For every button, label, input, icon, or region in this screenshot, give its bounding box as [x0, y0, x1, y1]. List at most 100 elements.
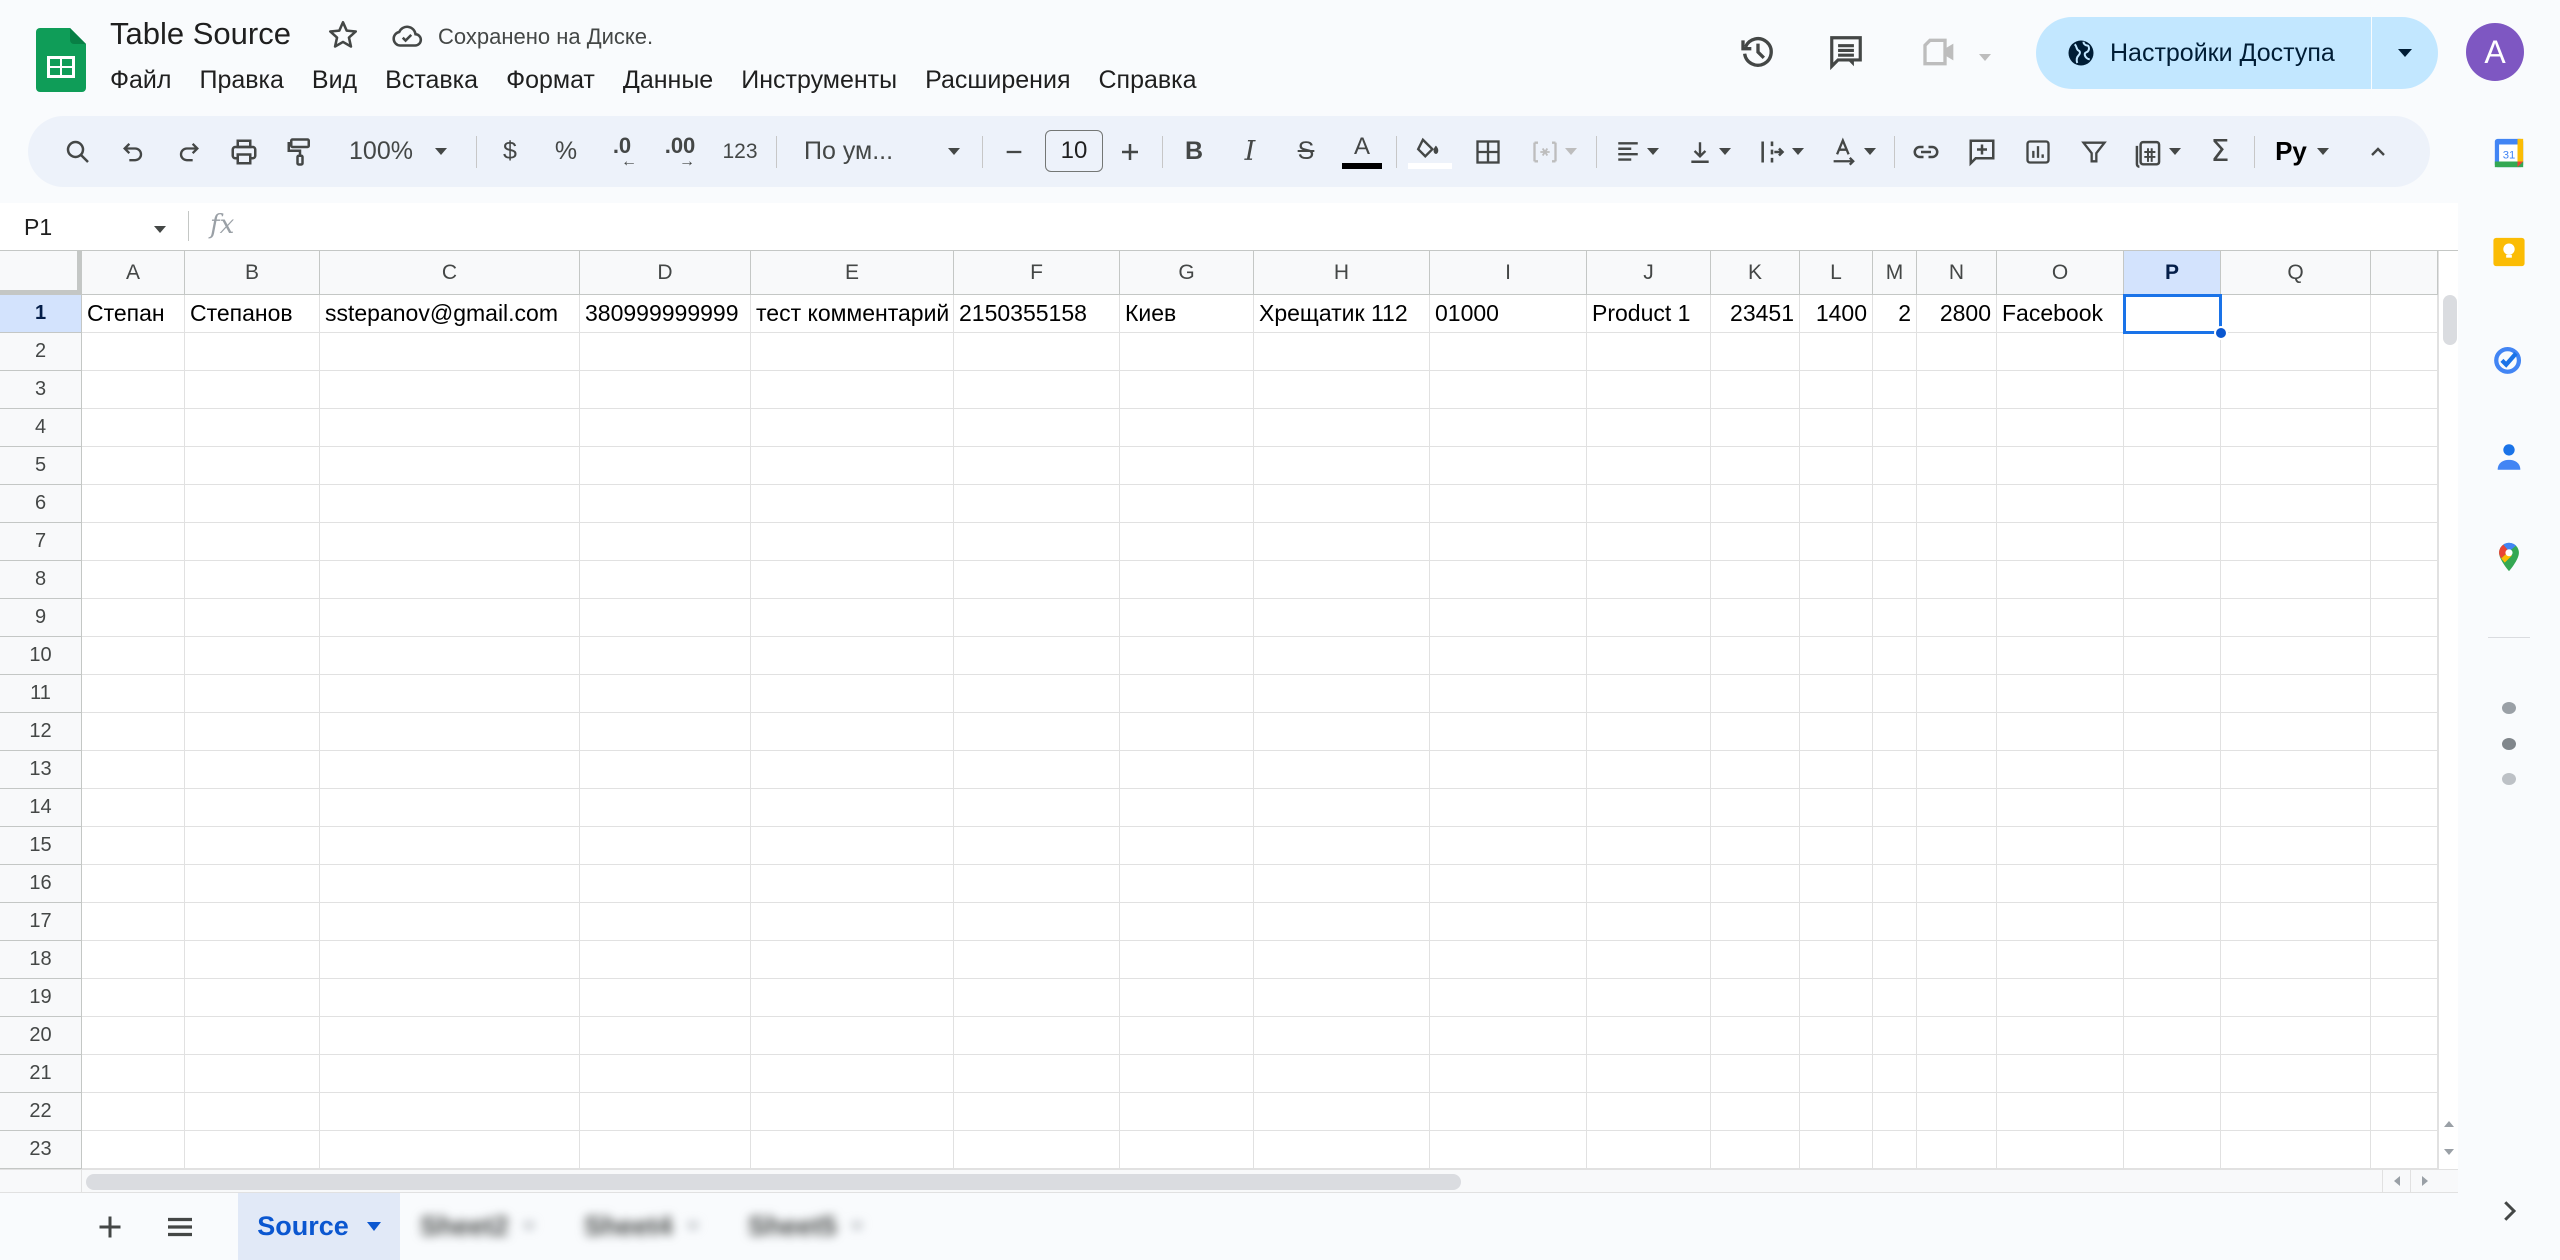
cell[interactable] — [185, 751, 320, 789]
cell[interactable] — [320, 903, 580, 941]
cell[interactable] — [185, 903, 320, 941]
vertical-scroll-thumb[interactable] — [2443, 295, 2457, 345]
cell[interactable] — [580, 827, 751, 865]
cell[interactable] — [580, 675, 751, 713]
cell[interactable] — [2221, 409, 2371, 447]
cell[interactable] — [1917, 1093, 1997, 1131]
cell[interactable] — [185, 941, 320, 979]
cell[interactable] — [580, 485, 751, 523]
cell[interactable] — [1587, 713, 1711, 751]
cell[interactable] — [1120, 827, 1254, 865]
cell[interactable] — [1711, 1017, 1800, 1055]
cell[interactable] — [1711, 903, 1800, 941]
cell[interactable] — [1800, 485, 1873, 523]
cell[interactable] — [1917, 447, 1997, 485]
cell[interactable] — [1254, 1055, 1430, 1093]
cell[interactable] — [1430, 333, 1587, 371]
cell[interactable] — [1997, 827, 2124, 865]
cell[interactable] — [1587, 409, 1711, 447]
cell[interactable] — [185, 713, 320, 751]
cell[interactable] — [1120, 675, 1254, 713]
cell[interactable] — [954, 827, 1120, 865]
cell[interactable] — [1587, 941, 1711, 979]
cell[interactable] — [580, 561, 751, 599]
cell[interactable] — [320, 827, 580, 865]
column-header[interactable]: O — [1997, 251, 2124, 295]
cell[interactable]: Facebook — [1997, 295, 2124, 333]
cell[interactable] — [1587, 1017, 1711, 1055]
cell[interactable] — [1917, 789, 1997, 827]
cell[interactable] — [954, 865, 1120, 903]
cell[interactable] — [82, 1131, 185, 1169]
cell[interactable] — [1997, 371, 2124, 409]
cell[interactable] — [185, 1017, 320, 1055]
cell[interactable] — [1997, 523, 2124, 561]
cell[interactable] — [1254, 903, 1430, 941]
functions-icon[interactable]: Σ — [2198, 116, 2242, 187]
cell[interactable] — [2124, 295, 2221, 333]
cell[interactable] — [1800, 789, 1873, 827]
cell[interactable] — [580, 371, 751, 409]
column-header[interactable]: P — [2124, 251, 2221, 295]
row-header[interactable]: 13 — [0, 751, 82, 789]
horizontal-align-button[interactable] — [1606, 116, 1668, 187]
cell[interactable] — [1800, 409, 1873, 447]
cell[interactable] — [2371, 1131, 2438, 1169]
cell[interactable] — [1997, 865, 2124, 903]
cell[interactable] — [1430, 713, 1587, 751]
cell[interactable] — [954, 751, 1120, 789]
cell[interactable] — [1430, 561, 1587, 599]
cell[interactable] — [1917, 485, 1997, 523]
version-history-icon[interactable] — [1736, 30, 1780, 74]
cell[interactable] — [2124, 637, 2221, 675]
row-header[interactable]: 12 — [0, 713, 82, 751]
italic-button[interactable]: I — [1228, 116, 1272, 187]
cell[interactable] — [1800, 1055, 1873, 1093]
cell[interactable] — [1873, 979, 1917, 1017]
cell[interactable] — [2221, 333, 2371, 371]
cell[interactable]: 2800 — [1917, 295, 1997, 333]
print-icon[interactable] — [222, 116, 266, 187]
cell[interactable] — [1873, 1017, 1917, 1055]
cell[interactable] — [2371, 1017, 2438, 1055]
cell[interactable] — [1711, 371, 1800, 409]
horizontal-scrollbar[interactable] — [0, 1169, 2458, 1193]
cell[interactable] — [2221, 941, 2371, 979]
cell[interactable] — [1711, 827, 1800, 865]
cell[interactable] — [580, 1017, 751, 1055]
cell[interactable] — [1430, 637, 1587, 675]
cell[interactable] — [954, 1055, 1120, 1093]
cell[interactable] — [1254, 979, 1430, 1017]
cell[interactable] — [82, 1093, 185, 1131]
cell[interactable] — [1800, 751, 1873, 789]
cell[interactable] — [1430, 789, 1587, 827]
cell[interactable] — [1587, 1131, 1711, 1169]
cell[interactable] — [1430, 485, 1587, 523]
cell[interactable] — [751, 447, 954, 485]
cell[interactable] — [2124, 979, 2221, 1017]
cell[interactable]: 2150355158 — [954, 295, 1120, 333]
cell[interactable] — [1800, 713, 1873, 751]
sheet-tab[interactable]: Sheet4 — [584, 1193, 699, 1260]
cell[interactable] — [2124, 523, 2221, 561]
bold-button[interactable]: B — [1172, 116, 1216, 187]
cell[interactable] — [1430, 1055, 1587, 1093]
cell[interactable] — [185, 1131, 320, 1169]
cell[interactable] — [1873, 523, 1917, 561]
decrease-decimals-button[interactable]: .0 ← — [600, 116, 644, 187]
insert-chart-icon[interactable] — [2016, 116, 2060, 187]
column-header[interactable] — [2371, 251, 2438, 295]
column-header[interactable]: G — [1120, 251, 1254, 295]
cell[interactable] — [580, 1131, 751, 1169]
cell[interactable] — [580, 1093, 751, 1131]
cell[interactable]: 380999999999 — [580, 295, 751, 333]
cell[interactable] — [2371, 675, 2438, 713]
cell[interactable] — [185, 637, 320, 675]
cell[interactable] — [954, 1093, 1120, 1131]
cell[interactable] — [2371, 713, 2438, 751]
cell[interactable]: sstepanov@gmail.com — [320, 295, 580, 333]
cell[interactable] — [2371, 789, 2438, 827]
cell[interactable] — [1711, 941, 1800, 979]
cell[interactable] — [1917, 675, 1997, 713]
cell[interactable] — [2371, 523, 2438, 561]
